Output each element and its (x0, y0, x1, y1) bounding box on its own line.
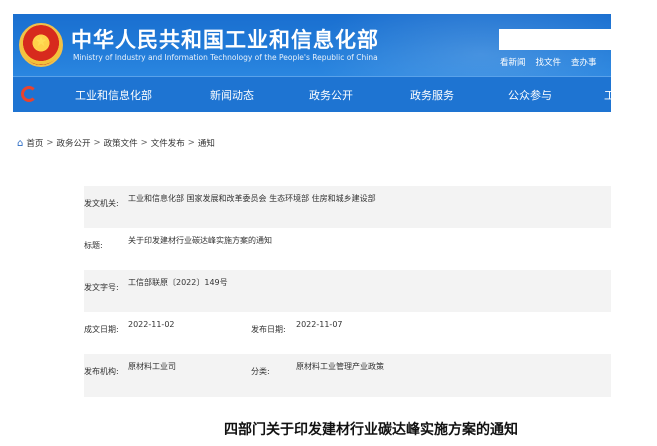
nav-item-miit[interactable]: 工业和信息化部 (75, 87, 152, 103)
national-emblem-icon[interactable]: ★ (19, 23, 63, 67)
nav-item-gov-services[interactable]: 政务服务 (410, 87, 454, 103)
breadcrumb: ⌂ 首页 > 政务公开 > 政策文件 > 文件发布 > 通知 (17, 137, 215, 150)
docno-label: 发文字号: (84, 283, 119, 292)
info-row-org: 发布机构: 原材料工业司 分类: 原材料工业管理产业政策 (84, 354, 611, 397)
link-services[interactable]: 查办事 (571, 56, 597, 68)
link-news[interactable]: 看新闻 (500, 56, 526, 68)
info-row-title: 标题: 关于印发建材行业碳达峰实施方案的通知 (84, 228, 611, 270)
info-row-docno: 发文字号: 工信部联原〔2022〕149号 (84, 270, 611, 312)
published-date-value: 2022-11-07 (296, 320, 343, 329)
org-label: 发布机构: (84, 367, 119, 376)
issuer-label: 发文机关: (84, 199, 119, 208)
document-info-table: 发文机关: 工业和信息化部 国家发展和改革委员会 生态环境部 住房和城乡建设部 … (84, 186, 611, 397)
breadcrumb-policy-files[interactable]: 政策文件 (104, 137, 138, 149)
created-date-label: 成文日期: (84, 325, 119, 334)
search-input[interactable] (499, 29, 611, 50)
published-date-label: 发布日期: (251, 325, 286, 334)
created-date-value: 2022-11-02 (128, 320, 175, 329)
document-title: 四部门关于印发建材行业碳达峰实施方案的通知 (224, 422, 518, 438)
category-value: 原材料工业管理产业政策 (296, 362, 384, 371)
title-value: 关于印发建材行业碳达峰实施方案的通知 (128, 236, 272, 245)
home-icon[interactable]: ⌂ (17, 138, 23, 149)
breadcrumb-home[interactable]: 首页 (26, 137, 43, 149)
site-title[interactable]: 中华人民共和国工业和信息化部 (71, 24, 379, 54)
site-subtitle: Ministry of Industry and Information Tec… (73, 53, 378, 62)
issuer-value: 工业和信息化部 国家发展和改革委员会 生态环境部 住房和城乡建设部 (128, 194, 376, 203)
main-nav: 工业和信息化部 新闻动态 政务公开 政务服务 公众参与 工 (13, 76, 615, 112)
link-files[interactable]: 找文件 (536, 56, 562, 68)
nav-item-more[interactable]: 工 (604, 87, 615, 103)
nav-item-public[interactable]: 公众参与 (508, 87, 552, 103)
org-value: 原材料工业司 (128, 362, 176, 371)
nav-item-gov-affairs[interactable]: 政务公开 (309, 87, 353, 103)
logo-icon[interactable] (21, 86, 37, 102)
chevron-right-icon: > (140, 138, 148, 148)
info-row-dates: 成文日期: 2022-11-02 发布日期: 2022-11-07 (84, 312, 611, 354)
category-label: 分类: (251, 367, 270, 376)
title-label: 标题: (84, 241, 103, 250)
breadcrumb-file-release[interactable]: 文件发布 (151, 137, 185, 149)
info-row-issuer: 发文机关: 工业和信息化部 国家发展和改革委员会 生态环境部 住房和城乡建设部 (84, 186, 611, 228)
chevron-right-icon: > (93, 138, 101, 148)
breadcrumb-gov-affairs[interactable]: 政务公开 (57, 137, 91, 149)
docno-value: 工信部联原〔2022〕149号 (128, 278, 228, 287)
site-header: ★ 中华人民共和国工业和信息化部 Ministry of Industry an… (13, 14, 611, 76)
breadcrumb-notice[interactable]: 通知 (198, 137, 215, 149)
chevron-right-icon: > (187, 138, 195, 148)
nav-item-news[interactable]: 新闻动态 (210, 87, 254, 103)
top-links: 看新闻 找文件 查办事 (500, 56, 597, 68)
chevron-right-icon: > (46, 138, 54, 148)
